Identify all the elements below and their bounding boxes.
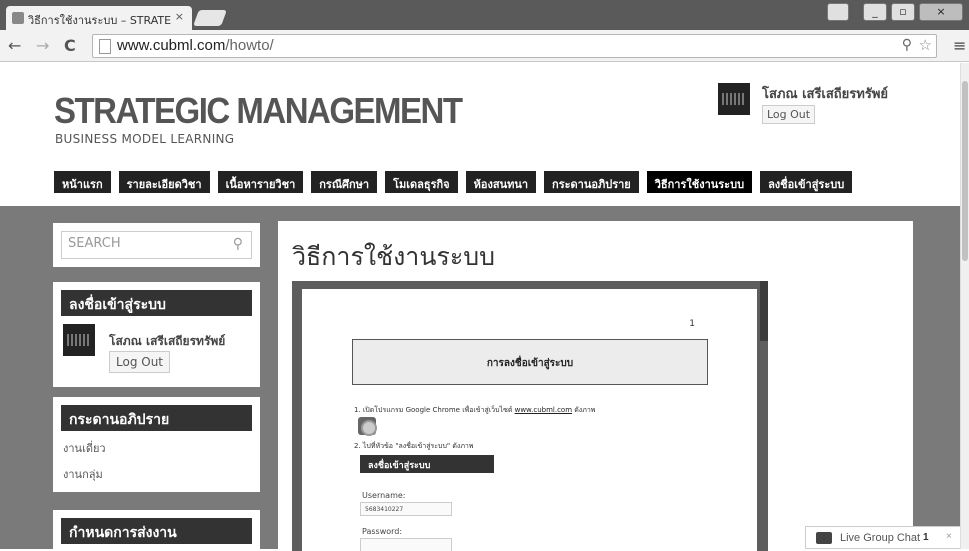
tab-close-icon[interactable]: × — [175, 10, 184, 23]
logout-button[interactable]: Log Out — [762, 105, 816, 124]
nav-item-case-studies[interactable]: กรณีศึกษา — [311, 171, 378, 193]
viewer-scrollbar[interactable] — [760, 281, 768, 341]
document-viewer[interactable]: 1 การลงชื่อเข้าสู่ระบบ 1. เปิดโปรแกรม Go… — [292, 281, 768, 551]
nav-item-course-details[interactable]: รายละเอียดวิชา — [118, 171, 210, 193]
discussion-widget-heading: กระดานอภิปราย — [61, 405, 252, 431]
site-title[interactable]: STRATEGIC MANAGEMENT — [54, 90, 463, 132]
doc-username-field: 5683410227 — [360, 502, 452, 516]
due-dates-widget: กำหนดการส่งงาน — [53, 510, 260, 549]
doc-step-2: 2. ไปที่หัวข้อ "ลงชื่อเข้าสู่ระบบ" ดังภา… — [354, 442, 474, 450]
nav-item-discussion-board[interactable]: กระดานอภิปราย — [544, 171, 639, 193]
sidebar-logout-button[interactable]: Log Out — [109, 351, 171, 373]
search-input[interactable]: SEARCH ⚲ — [61, 231, 252, 259]
back-arrow-icon[interactable]: ← — [8, 36, 21, 55]
new-tab-button[interactable] — [193, 10, 227, 26]
user-profile-icon[interactable] — [827, 3, 849, 21]
doc-step-1: 1. เปิดโปรแกรม Google Chrome เพื่อเข้าสู… — [354, 405, 595, 416]
zoom-icon[interactable]: ⚲ — [902, 37, 912, 53]
close-window-button[interactable]: × — [919, 3, 963, 21]
avatar[interactable] — [63, 324, 95, 356]
scrollbar-thumb[interactable] — [962, 81, 968, 261]
board-link-individual[interactable]: งานเดี่ยว — [63, 439, 252, 457]
live-chat-label: Live Group Chat — [840, 532, 921, 544]
doc-step-1-link: www.cubml.com — [514, 406, 573, 414]
login-widget-heading: ลงชื่อเข้าสู่ระบบ — [61, 290, 252, 316]
user-name[interactable]: โสภณ เสรีเสถียรทรัพย์ — [762, 83, 888, 104]
chrome-menu-icon[interactable]: ≡ — [953, 36, 966, 55]
document-page: 1 การลงชื่อเข้าสู่ระบบ 1. เปิดโปรแกรม Go… — [302, 289, 757, 551]
doc-password-field — [360, 538, 452, 551]
chat-count-badge: 1 — [923, 532, 929, 543]
board-link-group[interactable]: งานกลุ่ม — [63, 465, 252, 483]
search-widget: SEARCH ⚲ — [53, 223, 260, 267]
login-user-name[interactable]: โสภณ เสรีเสถียรทรัพย์ — [109, 332, 225, 351]
address-bar[interactable]: www.cubml.com/howto/ ⚲ ☆ — [92, 34, 937, 58]
doc-password-label: Password: — [362, 527, 403, 536]
reload-icon[interactable]: C — [64, 36, 76, 55]
main-navigation: หน้าแรก รายละเอียดวิชา เนื้อหารายวิชา กร… — [54, 171, 853, 193]
login-widget: ลงชื่อเข้าสู่ระบบ โสภณ เสรีเสถียรทรัพย์ … — [53, 282, 260, 387]
doc-page-number: 1 — [689, 319, 695, 329]
doc-step-1-suffix: ดังภาพ — [572, 406, 596, 414]
doc-login-heading: ลงชื่อเข้าสู่ระบบ — [360, 455, 494, 473]
search-placeholder: SEARCH — [68, 236, 121, 251]
minimize-button[interactable]: _ — [863, 3, 887, 21]
page-icon — [99, 39, 111, 54]
user-avatar[interactable] — [718, 83, 750, 115]
nav-item-home[interactable]: หน้าแรก — [54, 171, 111, 193]
nav-item-chat-room[interactable]: ห้องสนทนา — [465, 171, 537, 193]
maximize-button[interactable]: ▫ — [891, 3, 915, 21]
url-path: /howto/ — [225, 37, 274, 54]
discussion-widget: กระดานอภิปราย งานเดี่ยว งานกลุ่ม — [53, 397, 260, 492]
nav-item-course-content[interactable]: เนื้อหารายวิชา — [217, 171, 304, 193]
tab-title: วิธีการใช้งานระบบ – STRATE — [28, 14, 172, 27]
live-chat-widget[interactable]: Live Group Chat 1 × — [805, 526, 965, 549]
favicon-icon — [12, 12, 24, 24]
chat-close-icon[interactable]: × — [946, 531, 952, 542]
site-tagline: BUSINESS MODEL LEARNING — [55, 132, 235, 146]
main-content: วิธีการใช้งานระบบ 1 การลงชื่อเข้าสู่ระบบ… — [278, 221, 913, 551]
bookmark-star-icon[interactable]: ☆ — [919, 36, 932, 54]
doc-title: การลงชื่อเข้าสู่ระบบ — [352, 339, 708, 385]
url-text: www.cubml.com/howto/ — [117, 37, 274, 54]
due-dates-heading: กำหนดการส่งงาน — [61, 518, 252, 544]
title-bar: วิธีการใช้งานระบบ – STRATE × _ ▫ × — [0, 0, 969, 30]
nav-item-business-models[interactable]: โมเดลธุรกิจ — [385, 171, 458, 193]
nav-item-howto[interactable]: วิธีการใช้งานระบบ — [646, 171, 753, 193]
url-host: www.cubml.com — [117, 37, 226, 54]
doc-username-label: Username: — [362, 491, 406, 500]
chrome-logo-icon — [358, 417, 377, 436]
page-title: วิธีการใช้งานระบบ — [292, 242, 496, 271]
browser-tab[interactable]: วิธีการใช้งานระบบ – STRATE × — [6, 6, 192, 30]
browser-toolbar: ← → C www.cubml.com/howto/ ⚲ ☆ ≡ — [0, 30, 969, 62]
doc-step-1-prefix: 1. เปิดโปรแกรม Google Chrome เพื่อเข้าสู… — [354, 406, 515, 414]
chat-icon — [816, 532, 832, 544]
search-icon[interactable]: ⚲ — [233, 236, 243, 252]
forward-arrow-icon[interactable]: → — [36, 36, 49, 55]
nav-item-login[interactable]: ลงชื่อเข้าสู่ระบบ — [760, 171, 853, 193]
page-scrollbar[interactable] — [960, 63, 969, 549]
